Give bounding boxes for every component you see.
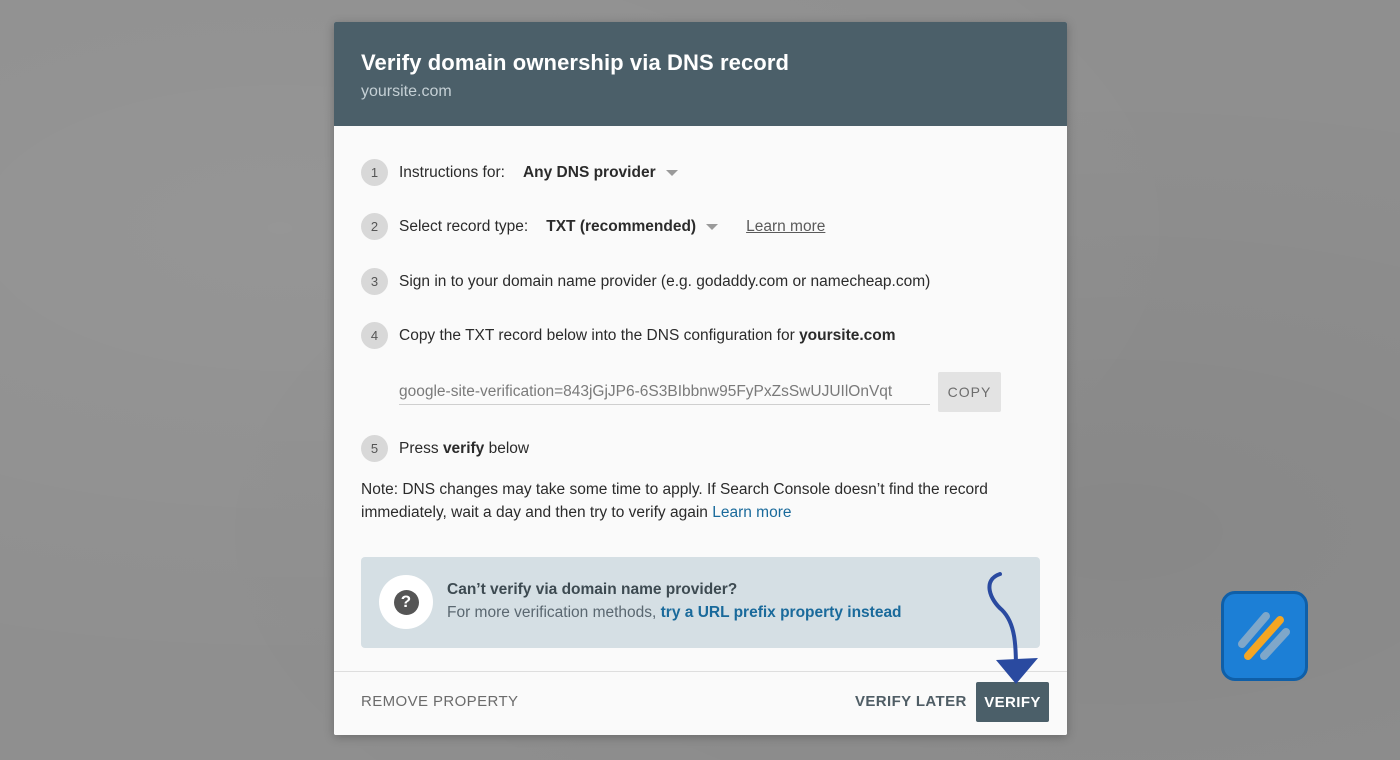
step-number: 1 <box>361 159 388 186</box>
step-label-bold: verify <box>442 439 485 457</box>
step-copy-record: 4 Copy the TXT record below into the DNS… <box>361 322 896 349</box>
dialog-header: Verify domain ownership via DNS record y… <box>334 22 1067 126</box>
info-title: Can’t verify via domain name provider? <box>447 581 738 598</box>
dropdown-value: TXT (recommended) <box>546 217 697 235</box>
txt-record-field[interactable]: google-site-verification=843jGjJP6-6S3BI… <box>399 383 930 405</box>
note-text: Note: DNS changes may take some time to … <box>361 481 988 521</box>
step-press-verify: 5 Press verify below <box>361 435 529 462</box>
step-record-type: 2 Select record type: TXT (recommended) … <box>361 213 825 240</box>
record-type-dropdown[interactable]: TXT (recommended) <box>546 217 719 236</box>
step-label-pre: Press <box>399 439 443 457</box>
step-label: Select record type: <box>399 217 529 235</box>
alternative-method-box: ? Can’t verify via domain name provider?… <box>361 557 1040 648</box>
learn-more-link[interactable]: Learn more <box>746 218 825 236</box>
caret-down-icon <box>706 224 719 230</box>
url-prefix-link[interactable]: try a URL prefix property instead <box>661 604 902 621</box>
dialog-title: Verify domain ownership via DNS record <box>361 50 790 75</box>
dialog-body: 1 Instructions for: Any DNS provider 2 S… <box>334 126 1067 671</box>
help-icon: ? <box>393 589 419 615</box>
copy-button[interactable]: COPY <box>938 372 1001 412</box>
step-sign-in: 3 Sign in to your domain name provider (… <box>361 268 930 295</box>
dns-note: Note: DNS changes may take some time to … <box>361 478 1041 524</box>
remove-property-button[interactable]: REMOVE PROPERTY <box>361 693 518 710</box>
note-learn-more-link[interactable]: Learn more <box>712 504 791 521</box>
verify-button[interactable]: VERIFY <box>976 682 1049 722</box>
info-text: For more verification methods, try a URL… <box>447 604 902 622</box>
dialog-subtitle: yoursite.com <box>361 83 452 100</box>
caret-down-icon <box>665 170 678 176</box>
step-number: 5 <box>361 435 388 462</box>
verify-dns-dialog: Verify domain ownership via DNS record y… <box>334 22 1067 735</box>
help-icon-circle: ? <box>379 575 433 629</box>
step-instructions: 1 Instructions for: Any DNS provider <box>361 159 678 186</box>
app-logo <box>1221 591 1308 681</box>
step-number: 2 <box>361 213 388 240</box>
logo-stripes-icon <box>1238 612 1290 660</box>
verify-later-button[interactable]: VERIFY LATER <box>855 693 967 710</box>
info-text-prefix: For more verification methods, <box>447 604 661 621</box>
dropdown-value: Any DNS provider <box>522 163 656 181</box>
step-label: Instructions for: <box>399 163 505 181</box>
step-number: 3 <box>361 268 388 295</box>
step-label: Sign in to your domain name provider (e.… <box>399 272 931 290</box>
step-number: 4 <box>361 322 388 349</box>
dialog-footer: REMOVE PROPERTY VERIFY LATER VERIFY <box>334 671 1067 735</box>
step-domain: yoursite.com <box>799 326 896 344</box>
step-label: Copy the TXT record below into the DNS c… <box>399 326 800 344</box>
step-label-post: below <box>484 439 530 457</box>
dns-provider-dropdown[interactable]: Any DNS provider <box>523 164 678 182</box>
